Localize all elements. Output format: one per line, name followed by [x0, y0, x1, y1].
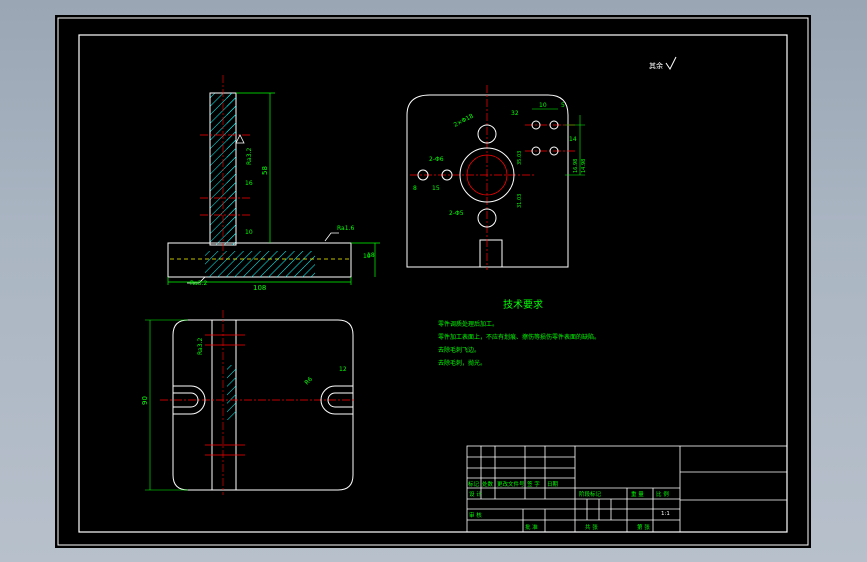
tb-cell: 处数 [482, 480, 494, 488]
sheet-border-inner [78, 34, 788, 533]
dim-14: 14 [569, 136, 577, 143]
post-hatch [227, 365, 236, 420]
tech-req-line: 零件调质处理后加工。 [438, 320, 498, 328]
dim-15: 15 [432, 185, 440, 192]
roughness-note: 其余 [649, 61, 663, 70]
dim-base-h2: 18 [367, 252, 375, 259]
tb-cell: 签 字 [527, 480, 540, 488]
dim-height: 58 [261, 166, 269, 175]
dim-8: 8 [413, 185, 417, 192]
bottom-slot [479, 239, 503, 268]
roughness-right: Ra1.6 [337, 225, 354, 232]
roughness-symbol-icon [665, 56, 677, 70]
tb-cell: 阶段标记 [579, 490, 602, 498]
roughness-left: Ra3.2 [197, 338, 204, 355]
label-bottom-holes: 2-Φ5 [449, 210, 464, 217]
tb-cell: 共 张 [585, 523, 598, 531]
sheet-border-outer [57, 17, 809, 546]
base-hatch [205, 251, 315, 277]
dim-right-a: 16.98 [573, 159, 579, 173]
label-holes-top: 2×Φ18 [453, 113, 475, 129]
tech-req-line: 去除毛刺，抛光。 [438, 359, 486, 367]
roughness-top: Ra3.2 [246, 148, 253, 165]
dim-bottom-center: 31.03 [517, 194, 523, 208]
dim-right-b: 14.98 [581, 159, 587, 173]
dim-height: 90 [141, 396, 149, 405]
tb-cell: 标记 [468, 480, 480, 488]
dim-center: 35.03 [517, 151, 523, 165]
tb-cell: 批 准 [525, 523, 538, 531]
side-view[interactable]: 58 108 10 18 10 16 Ra3.2 Ra1.6 Ra3.2 [167, 75, 380, 292]
tb-scale: 1:1 [661, 511, 670, 517]
front-view[interactable]: 2×Φ18 2-Φ6 2-Φ5 10 5 32 14 8 15 16.98 14… [406, 85, 587, 270]
cad-viewport[interactable]: 其余 58 108 10 18 10 16 Ra3.2 Ra1.6 Ra3.2 … [55, 15, 811, 548]
tech-req-line: 零件加工表面上，不应有划痕、擦伤等损伤零件表面的缺陷。 [438, 333, 600, 341]
roughness-bottom: Ra3.2 [190, 280, 207, 287]
drawing-sheet: 其余 58 108 10 18 10 16 Ra3.2 Ra1.6 Ra3.2 … [57, 17, 809, 546]
tb-cell: 第 张 [637, 523, 650, 531]
dim-left-small: 10 [245, 229, 253, 236]
tech-req-line: 去除毛刺飞边。 [438, 346, 480, 354]
label-left-holes: 2-Φ6 [429, 156, 444, 163]
tb-cell: 日期 [547, 481, 559, 488]
tech-requirements: 技术要求 零件调质处理后加工。 零件加工表面上，不应有划痕、擦伤等损伤零件表面的… [438, 298, 600, 367]
tb-cell: 审 核 [469, 511, 482, 519]
dim-width: 108 [253, 284, 266, 292]
tb-cell: 更改文件号 [497, 480, 525, 488]
title-block[interactable] [466, 445, 788, 533]
dim-r: R6 [303, 376, 314, 387]
dim-32: 32 [511, 110, 519, 117]
plate-outline [406, 94, 569, 268]
tb-cell: 重 量 [631, 490, 644, 498]
top-view[interactable]: 90 12 R6 Ra3.2 [141, 310, 355, 495]
dim-mid: 16 [245, 180, 253, 187]
dim-5: 5 [561, 102, 565, 109]
tb-cell: 比 例 [656, 490, 669, 498]
dim-10: 10 [539, 102, 547, 109]
tech-req-title: 技术要求 [503, 298, 543, 311]
dim-slot: 12 [339, 366, 347, 373]
post-hatch-right [227, 93, 236, 245]
tb-cell: 设 计 [469, 490, 482, 498]
